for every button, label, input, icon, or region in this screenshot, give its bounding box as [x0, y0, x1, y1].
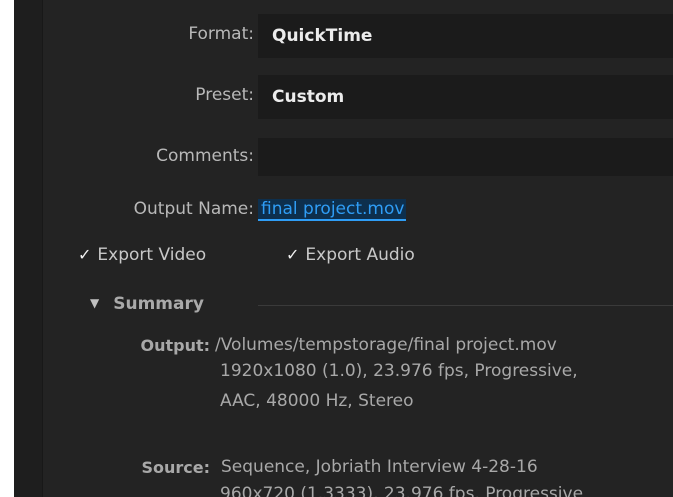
comments-label: Comments: — [156, 146, 254, 166]
checkmark-icon: ✓ — [286, 245, 300, 264]
summary-source-line: 960x720 (1.3333), 23.976 fps, Progressiv… — [220, 484, 584, 497]
format-label: Format: — [188, 24, 254, 44]
export-settings-panel: Format: QuickTime Preset: Custom Comment… — [14, 0, 673, 497]
output-name-value[interactable]: final project.mov — [258, 199, 407, 221]
export-video-checkbox[interactable]: ✓ Export Video — [78, 245, 206, 265]
summary-source-label: Source: — [141, 458, 210, 477]
comments-field[interactable] — [258, 138, 673, 176]
summary-output-line: 1920x1080 (1.0), 23.976 fps, Progressive… — [220, 361, 578, 381]
export-audio-label: Export Audio — [305, 245, 415, 265]
preset-label: Preset: — [195, 85, 254, 105]
summary-output-label: Output: — [140, 336, 210, 355]
summary-divider — [258, 305, 673, 306]
summary-source-line: Sequence, Jobriath Interview 4-28-16 — [221, 457, 538, 477]
summary-output-line: /Volumes/tempstorage/final project.mov — [215, 335, 557, 355]
output-name-label: Output Name: — [133, 199, 254, 219]
export-audio-checkbox[interactable]: ✓ Export Audio — [286, 245, 415, 265]
checkmark-icon: ✓ — [78, 245, 92, 264]
format-dropdown[interactable]: QuickTime — [258, 14, 673, 58]
summary-toggle[interactable]: ▼ Summary — [90, 294, 204, 314]
summary-output-line: AAC, 48000 Hz, Stereo — [220, 391, 414, 411]
summary-title: Summary — [113, 294, 204, 314]
disclosure-triangle-icon: ▼ — [90, 296, 100, 310]
export-video-label: Export Video — [97, 245, 207, 265]
left-sidebar-strip — [14, 0, 43, 497]
output-name-link[interactable]: final project.mov — [258, 198, 407, 221]
preset-dropdown[interactable]: Custom — [258, 75, 673, 119]
